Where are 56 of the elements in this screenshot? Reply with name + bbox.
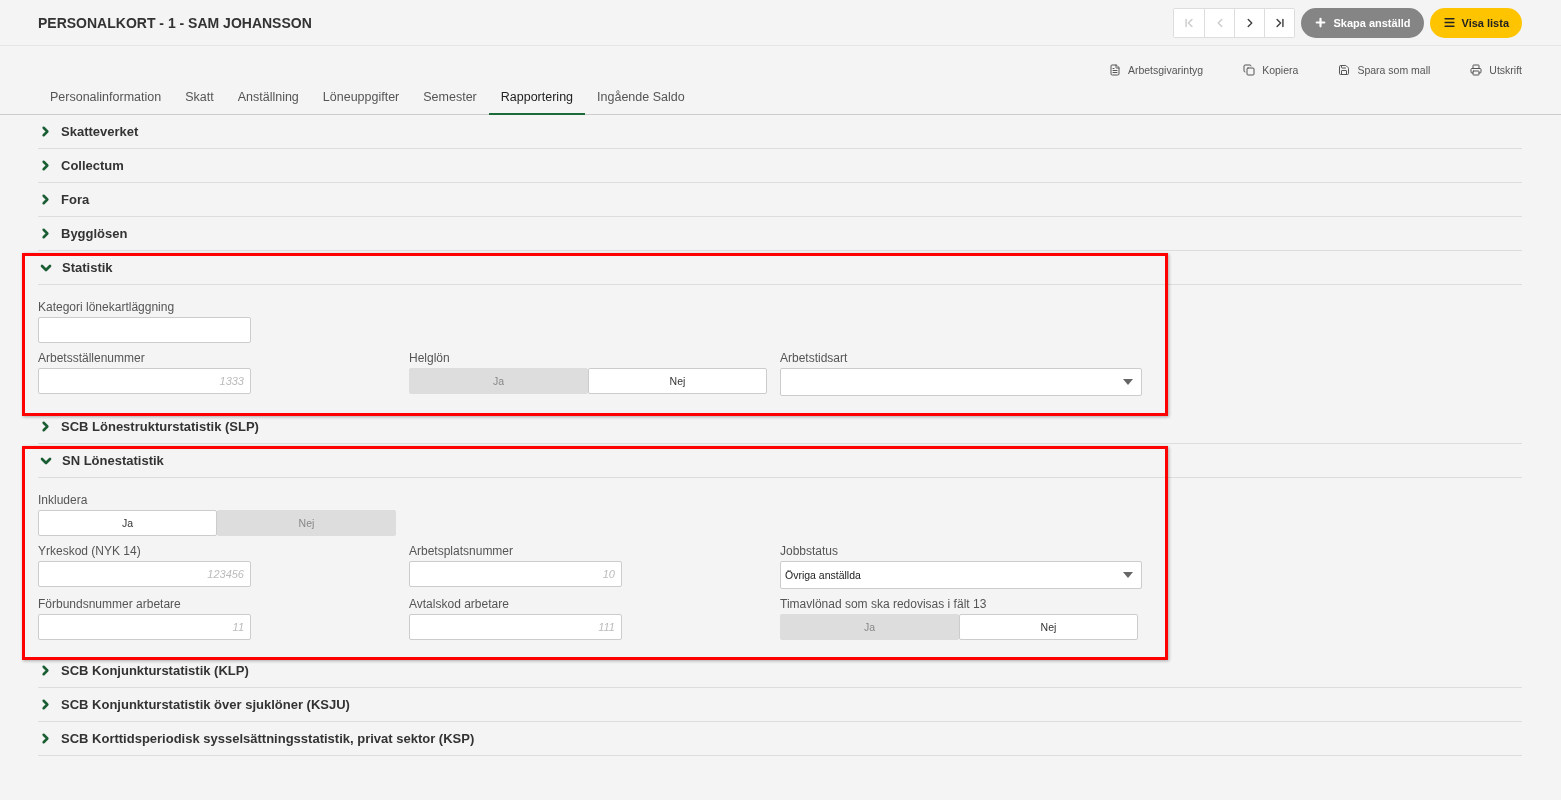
toolbar-action[interactable]: Kopiera <box>1243 59 1299 80</box>
print-icon <box>1470 63 1483 76</box>
section-header[interactable]: Skatteverket <box>38 115 1522 149</box>
document-icon <box>1108 63 1121 76</box>
menu-icon <box>1442 16 1456 29</box>
tab[interactable]: Skatt <box>173 80 226 115</box>
toggle-option[interactable]: Nej <box>588 368 767 394</box>
select-field[interactable]: Övriga anställda <box>780 561 1142 589</box>
page-title: PERSONALKORT - 1 - SAM JOHANSSON <box>38 14 312 31</box>
input-field[interactable]: 111 <box>409 614 622 640</box>
section-header[interactable]: SCB Konjunkturstatistik (KLP) <box>38 654 1522 688</box>
input-field[interactable]: 1333 <box>38 368 251 394</box>
tab[interactable]: Personalinformation <box>38 80 174 115</box>
field-label: Timavlönad som ska redovisas i fält 13 <box>780 596 988 612</box>
nav-button[interactable] <box>1264 8 1295 37</box>
tab[interactable]: Löneuppgifter <box>310 80 412 115</box>
section-header[interactable]: Fora <box>38 183 1522 217</box>
field-label: Arbetstidsart <box>780 350 849 366</box>
toggle-option[interactable]: Nej <box>959 614 1138 640</box>
input-field[interactable]: 123456 <box>38 561 251 587</box>
tab[interactable]: Semester <box>411 80 489 115</box>
field-label: Inkludera <box>38 492 89 508</box>
toolbar-action[interactable]: Spara som mall <box>1338 59 1431 80</box>
field-label: Kategori lönekartläggning <box>38 299 176 315</box>
select-value: Övriga anställda <box>785 569 861 581</box>
input-field[interactable]: 10 <box>409 561 622 587</box>
save-icon <box>1338 63 1351 76</box>
field-label: Arbetsplatsnummer <box>409 543 515 559</box>
create-employee-button[interactable]: Skapa anställd <box>1301 7 1424 38</box>
section-header[interactable]: SN Lönestatistik <box>38 444 1522 478</box>
input-field[interactable]: 11 <box>38 614 251 640</box>
field-label: Förbundsnummer arbetare <box>38 596 182 612</box>
section-header[interactable]: SCB Korttidsperiodisk sysselsättningsstatistik, privat sektor (KSP) <box>38 722 1522 756</box>
section-header[interactable]: SCB Konjunkturstatistik över sjuklöner (KSJU) <box>38 688 1522 722</box>
section-header[interactable]: Statistik <box>38 251 1522 285</box>
copy-icon <box>1243 63 1256 76</box>
section-header[interactable]: Bygglösen <box>38 217 1522 251</box>
tab[interactable]: Anställning <box>225 80 311 115</box>
tab[interactable]: Rapportering <box>488 80 586 115</box>
show-list-button[interactable]: Visa lista <box>1429 7 1522 38</box>
toolbar-action[interactable]: Arbetsgivarintyg <box>1108 59 1204 80</box>
dropdown-triangle-icon <box>1123 572 1133 578</box>
field-label: Arbetsställenummer <box>38 350 146 366</box>
field-label: Avtalskod arbetare <box>409 596 510 612</box>
input-field[interactable] <box>38 317 251 343</box>
tab[interactable]: Ingående Saldo <box>585 80 697 115</box>
plus-icon <box>1314 16 1328 29</box>
field-label: Jobbstatus <box>780 543 840 559</box>
dropdown-triangle-icon <box>1123 379 1133 385</box>
section-header[interactable]: Collectum <box>38 149 1522 183</box>
section-header[interactable]: SCB Lönestrukturstatistik (SLP) <box>38 410 1522 444</box>
toggle-option[interactable]: Ja <box>38 510 217 536</box>
field-label: Helglön <box>409 350 451 366</box>
select-field[interactable] <box>780 368 1142 396</box>
field-label: Yrkeskod (NYK 14) <box>38 543 142 559</box>
toolbar-action[interactable]: Utskrift <box>1470 59 1522 80</box>
